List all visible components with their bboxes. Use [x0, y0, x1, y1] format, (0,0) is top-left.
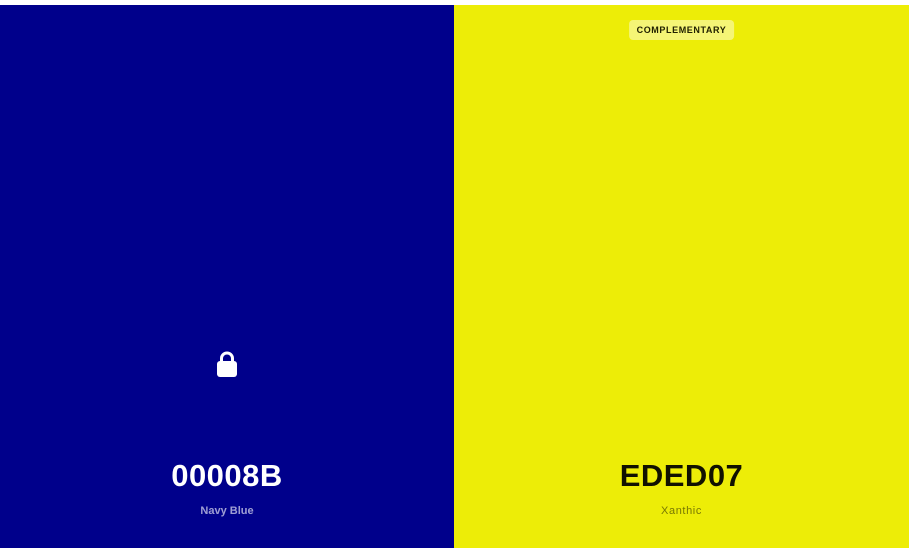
lock-icon-svg [217, 351, 237, 377]
color-name[interactable]: Navy Blue [0, 505, 454, 517]
hex-code[interactable]: 00008B [0, 458, 454, 494]
swatch-navy-blue[interactable]: 00008B Navy Blue [0, 5, 454, 548]
complementary-badge: COMPLEMENTARY [628, 20, 735, 40]
hex-code[interactable]: EDED07 [454, 458, 909, 494]
color-palette: 00008B Navy Blue COMPLEMENTARY EDED07 Xa… [0, 5, 909, 548]
lock-icon[interactable] [215, 350, 239, 378]
swatch-xanthic[interactable]: COMPLEMENTARY EDED07 Xanthic [454, 5, 909, 548]
color-name[interactable]: Xanthic [454, 505, 909, 517]
